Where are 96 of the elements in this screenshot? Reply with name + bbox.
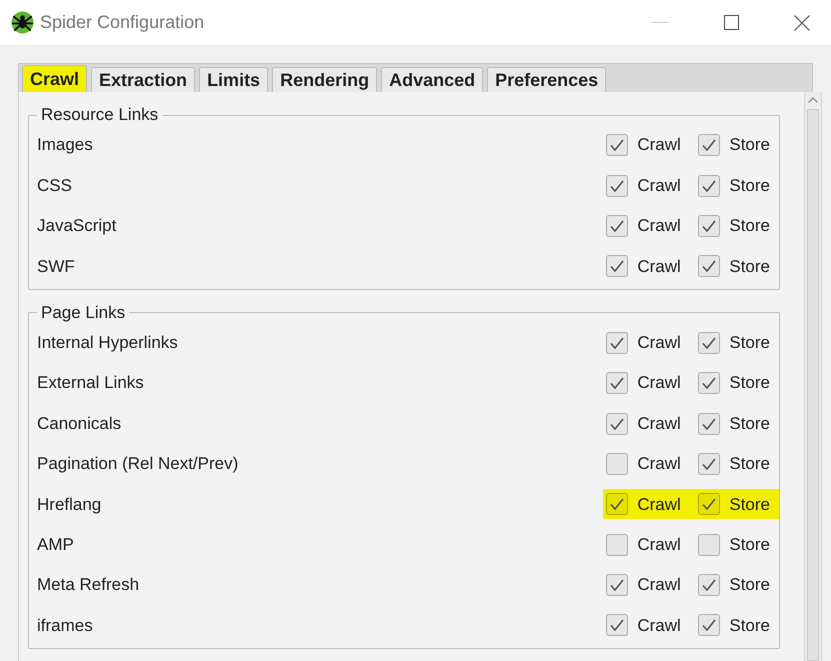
checkbox[interactable] [698,214,720,237]
checkbox-label[interactable]: Crawl [637,572,681,598]
checkbox-label[interactable]: Store [729,370,770,396]
tab[interactable]: Preferences [487,67,606,92]
checkmark-icon [702,260,716,272]
checkbox[interactable] [698,452,720,475]
checkbox-label[interactable]: Crawl [637,254,681,280]
checkbox-label[interactable]: Crawl [637,370,681,396]
checkbox-label[interactable]: Crawl [637,532,681,558]
checkmark-icon [610,498,624,510]
checkbox[interactable] [606,493,628,516]
checkmark-icon [702,619,716,632]
checkmark-icon [702,498,716,510]
checkbox-label[interactable]: Crawl [637,492,681,518]
setting-label: Images [37,134,94,156]
spider-icon [11,11,34,34]
checkmark-icon [610,139,624,152]
checkmark-icon [702,418,716,430]
checkbox-label[interactable]: Store [729,451,770,477]
setting-label: CSS [37,174,73,197]
checkbox-label[interactable]: Store [729,213,770,239]
checkbox-label[interactable]: Crawl [637,132,681,158]
checkbox[interactable] [698,412,720,435]
checkbox-label[interactable]: Store [729,410,770,436]
checkbox-label[interactable]: Store [729,330,770,356]
checkmark-icon [610,418,624,430]
checkbox-label[interactable]: Crawl [637,451,681,477]
checkbox[interactable] [698,372,720,394]
checkbox-label[interactable]: Crawl [637,172,681,198]
checkmark-icon [702,180,716,192]
checkbox-label[interactable]: Store [729,254,770,280]
checkbox[interactable] [606,332,628,354]
checkmark-icon [702,139,716,152]
checkbox[interactable] [606,452,628,475]
checkbox-label[interactable]: Store [729,572,770,598]
checkbox[interactable] [606,614,628,636]
maximize-icon [724,15,738,30]
checkbox-label[interactable]: Store [729,492,770,518]
checkbox-label[interactable]: Crawl [637,410,681,436]
close-icon [794,14,810,30]
setting-label: Internal Hyperlinks [37,332,179,354]
window-title: Spider Configuration [40,11,204,34]
checkbox[interactable] [698,332,720,354]
tab[interactable]: Crawl [22,65,88,92]
checkbox[interactable] [606,174,628,197]
checkmark-icon [610,260,624,272]
checkbox[interactable] [698,614,720,636]
checkbox[interactable] [606,534,628,556]
tab[interactable]: Advanced [381,67,484,92]
checkbox[interactable] [698,174,720,197]
checkmark-icon [610,180,624,192]
setting-label: JavaScript [37,215,118,238]
checkmark-icon [702,220,716,232]
checkmark-icon [702,579,716,592]
checkmark-icon [610,336,624,349]
checkmark-icon [702,458,716,470]
checkbox-label[interactable]: Crawl [637,213,681,239]
checkbox[interactable] [606,214,628,237]
tab[interactable]: Rendering [272,67,378,92]
tab[interactable]: Extraction [91,67,196,92]
setting-label: External Links [37,372,145,394]
checkmark-icon [610,220,624,232]
checkbox[interactable] [606,255,628,278]
checkbox[interactable] [698,255,720,278]
setting-label: Hreflang [37,494,102,516]
checkbox-label[interactable]: Store [729,172,770,198]
setting-label: Canonicals [37,412,122,435]
scrollbar-thumb[interactable] [807,109,819,661]
checkmark-icon [610,619,624,632]
checkbox[interactable] [606,412,628,435]
checkbox-label[interactable]: Crawl [637,330,681,356]
checkmark-icon [702,377,716,390]
checkbox-label[interactable]: Store [729,532,770,558]
checkbox[interactable] [698,493,720,516]
group-title: Resource Links [40,105,160,125]
checkbox[interactable] [698,134,720,156]
setting-label: Pagination (Rel Next/Prev) [37,453,240,476]
checkbox[interactable] [698,534,720,556]
checkbox[interactable] [606,134,628,156]
setting-label: iframes [37,614,94,637]
checkbox-label[interactable]: Store [729,612,770,638]
tab[interactable]: Limits [199,67,268,92]
minimize-icon [651,22,669,23]
checkmark-icon [610,377,624,390]
checkmark-icon [702,336,716,349]
checkbox-label[interactable]: Store [729,132,770,158]
checkmark-icon [610,579,624,592]
checkbox-label[interactable]: Crawl [637,612,681,638]
setting-label: AMP [37,534,75,556]
checkbox[interactable] [606,574,628,596]
setting-label: SWF [37,256,76,278]
checkbox[interactable] [606,372,628,394]
group-title: Page Links [40,302,126,323]
scrollbar[interactable] [804,92,822,661]
setting-label: Meta Refresh [37,574,140,596]
checkbox[interactable] [698,574,720,596]
